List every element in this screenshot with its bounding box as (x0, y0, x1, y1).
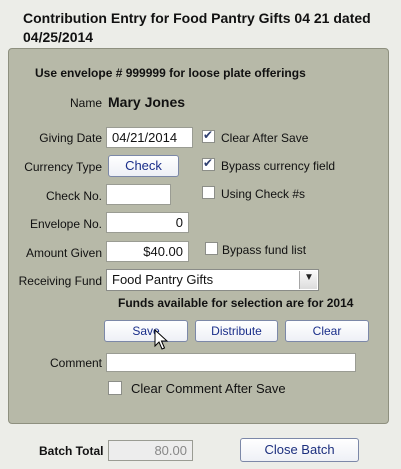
bypass-fund-checkbox[interactable] (205, 242, 218, 255)
bypass-currency-checkbox[interactable] (202, 156, 215, 171)
batch-total-label: Batch Total (39, 444, 104, 458)
giving-date-field[interactable]: 04/21/2014 (106, 127, 193, 148)
name-value: Mary Jones (108, 94, 186, 110)
giving-date-label: Giving Date (39, 131, 102, 145)
comment-field[interactable] (106, 353, 356, 372)
clear-comment-checkbox[interactable] (108, 381, 122, 395)
amount-given-field[interactable]: $40.00 (106, 241, 189, 262)
receiving-fund-select[interactable]: Food Pantry Gifts ▼ (106, 269, 319, 291)
using-check-checkbox[interactable] (202, 186, 215, 199)
using-check-label: Using Check #s (221, 187, 306, 201)
name-label: Name (69, 96, 102, 110)
clear-after-save-checkbox[interactable] (202, 128, 215, 143)
envelope-no-field[interactable]: 0 (106, 212, 189, 233)
receiving-fund-value: Food Pantry Gifts (112, 272, 214, 287)
envelope-no-label: Envelope No. (29, 217, 102, 231)
clear-comment-label: Clear Comment After Save (131, 381, 286, 396)
distribute-button[interactable]: Distribute (195, 320, 278, 342)
dropdown-arrow-icon[interactable]: ▼ (299, 271, 317, 289)
funds-note: Funds available for selection are for 20… (118, 296, 354, 310)
currency-type-button[interactable]: Check (108, 155, 179, 177)
window-title: Contribution Entry for Food Pantry Gifts… (23, 10, 371, 45)
clear-after-save-label: Clear After Save (221, 131, 309, 145)
check-no-field[interactable] (106, 184, 171, 205)
clear-button[interactable]: Clear (285, 320, 369, 342)
check-no-label: Check No. (45, 189, 102, 203)
close-batch-button[interactable]: Close Batch (240, 438, 359, 462)
amount-given-label: Amount Given (25, 246, 102, 260)
currency-type-label: Currency Type (24, 160, 102, 174)
bypass-fund-label: Bypass fund list (222, 243, 307, 257)
save-button[interactable]: Save (104, 320, 188, 342)
loose-plate-notice: Use envelope # 999999 for loose plate of… (35, 66, 306, 80)
bypass-currency-label: Bypass currency field (221, 159, 336, 173)
receiving-fund-label: Receiving Fund (18, 274, 102, 288)
mouse-cursor-icon (154, 329, 169, 350)
comment-label: Comment (49, 356, 102, 370)
batch-total-field: 80.00 (108, 440, 193, 461)
